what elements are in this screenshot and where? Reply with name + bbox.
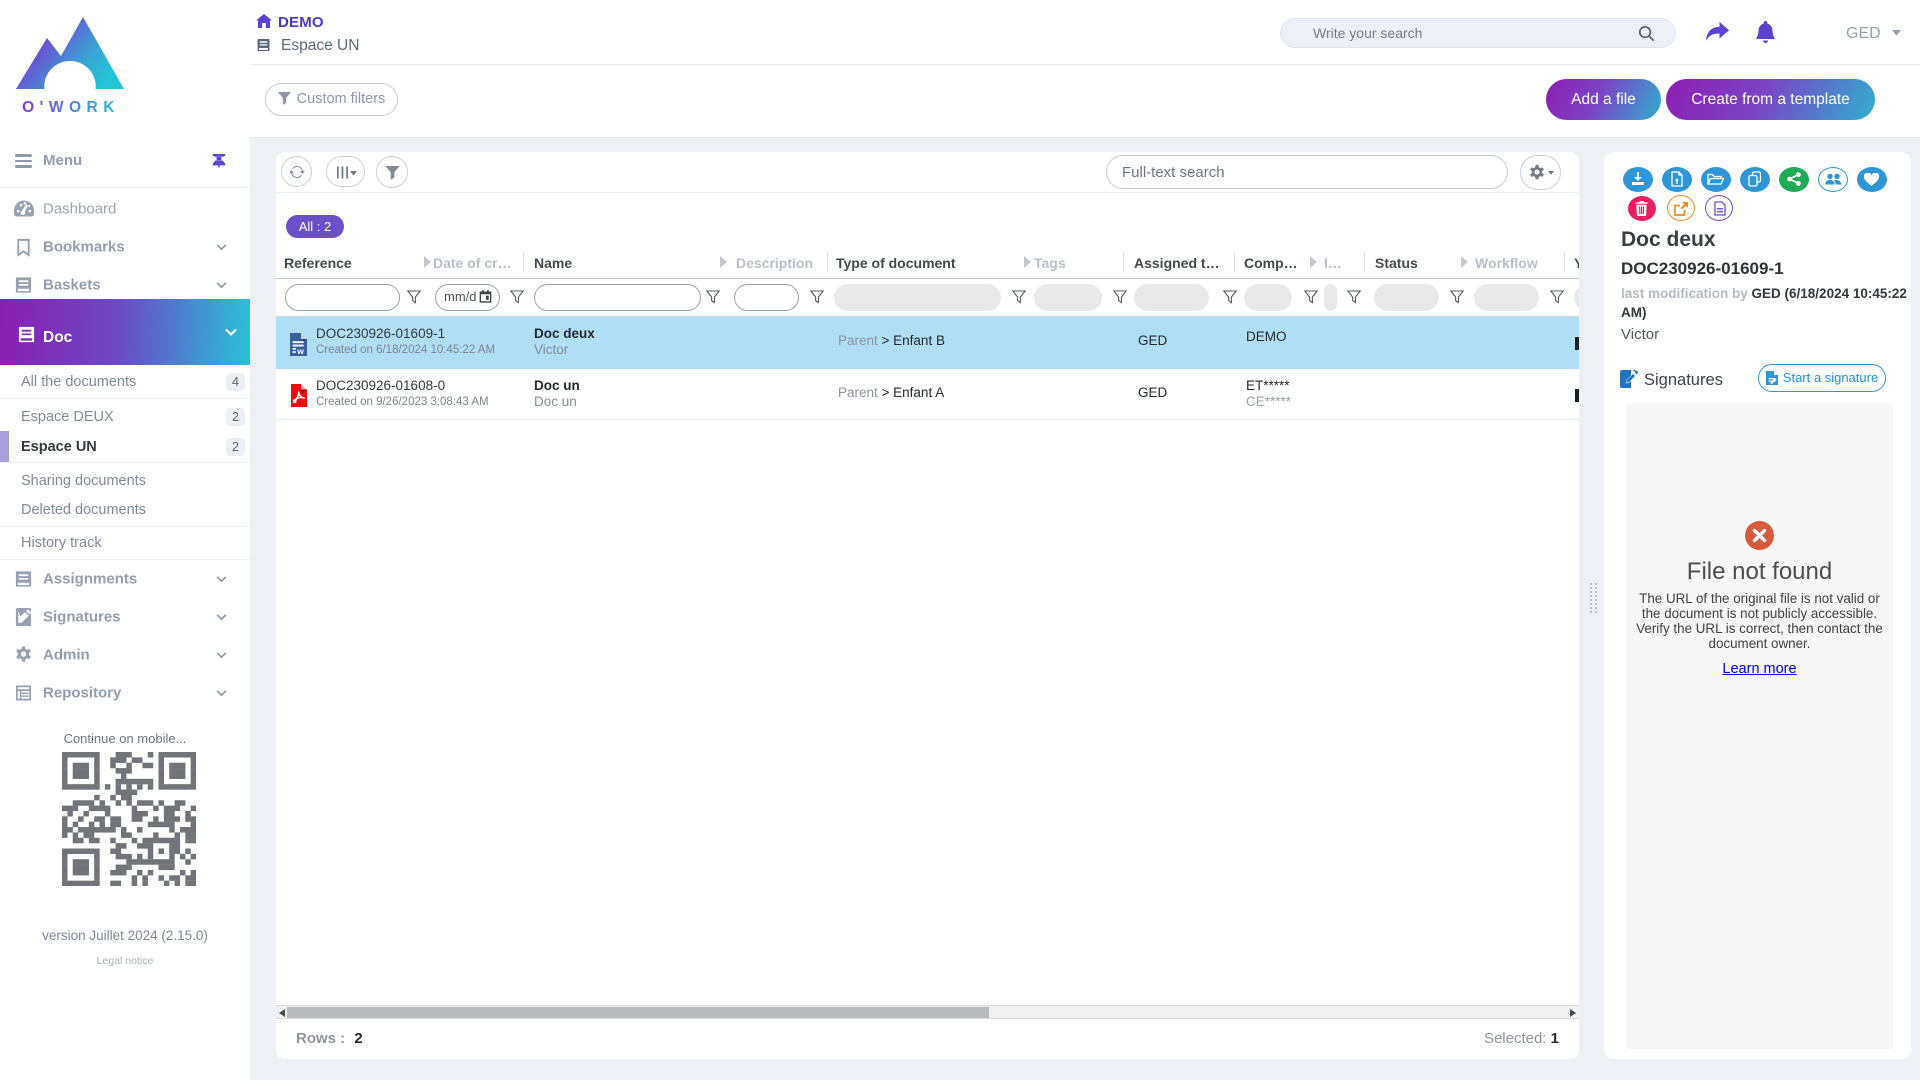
svg-text:w: w [296, 346, 304, 356]
svg-text:O'WORK: O'WORK [22, 99, 120, 116]
